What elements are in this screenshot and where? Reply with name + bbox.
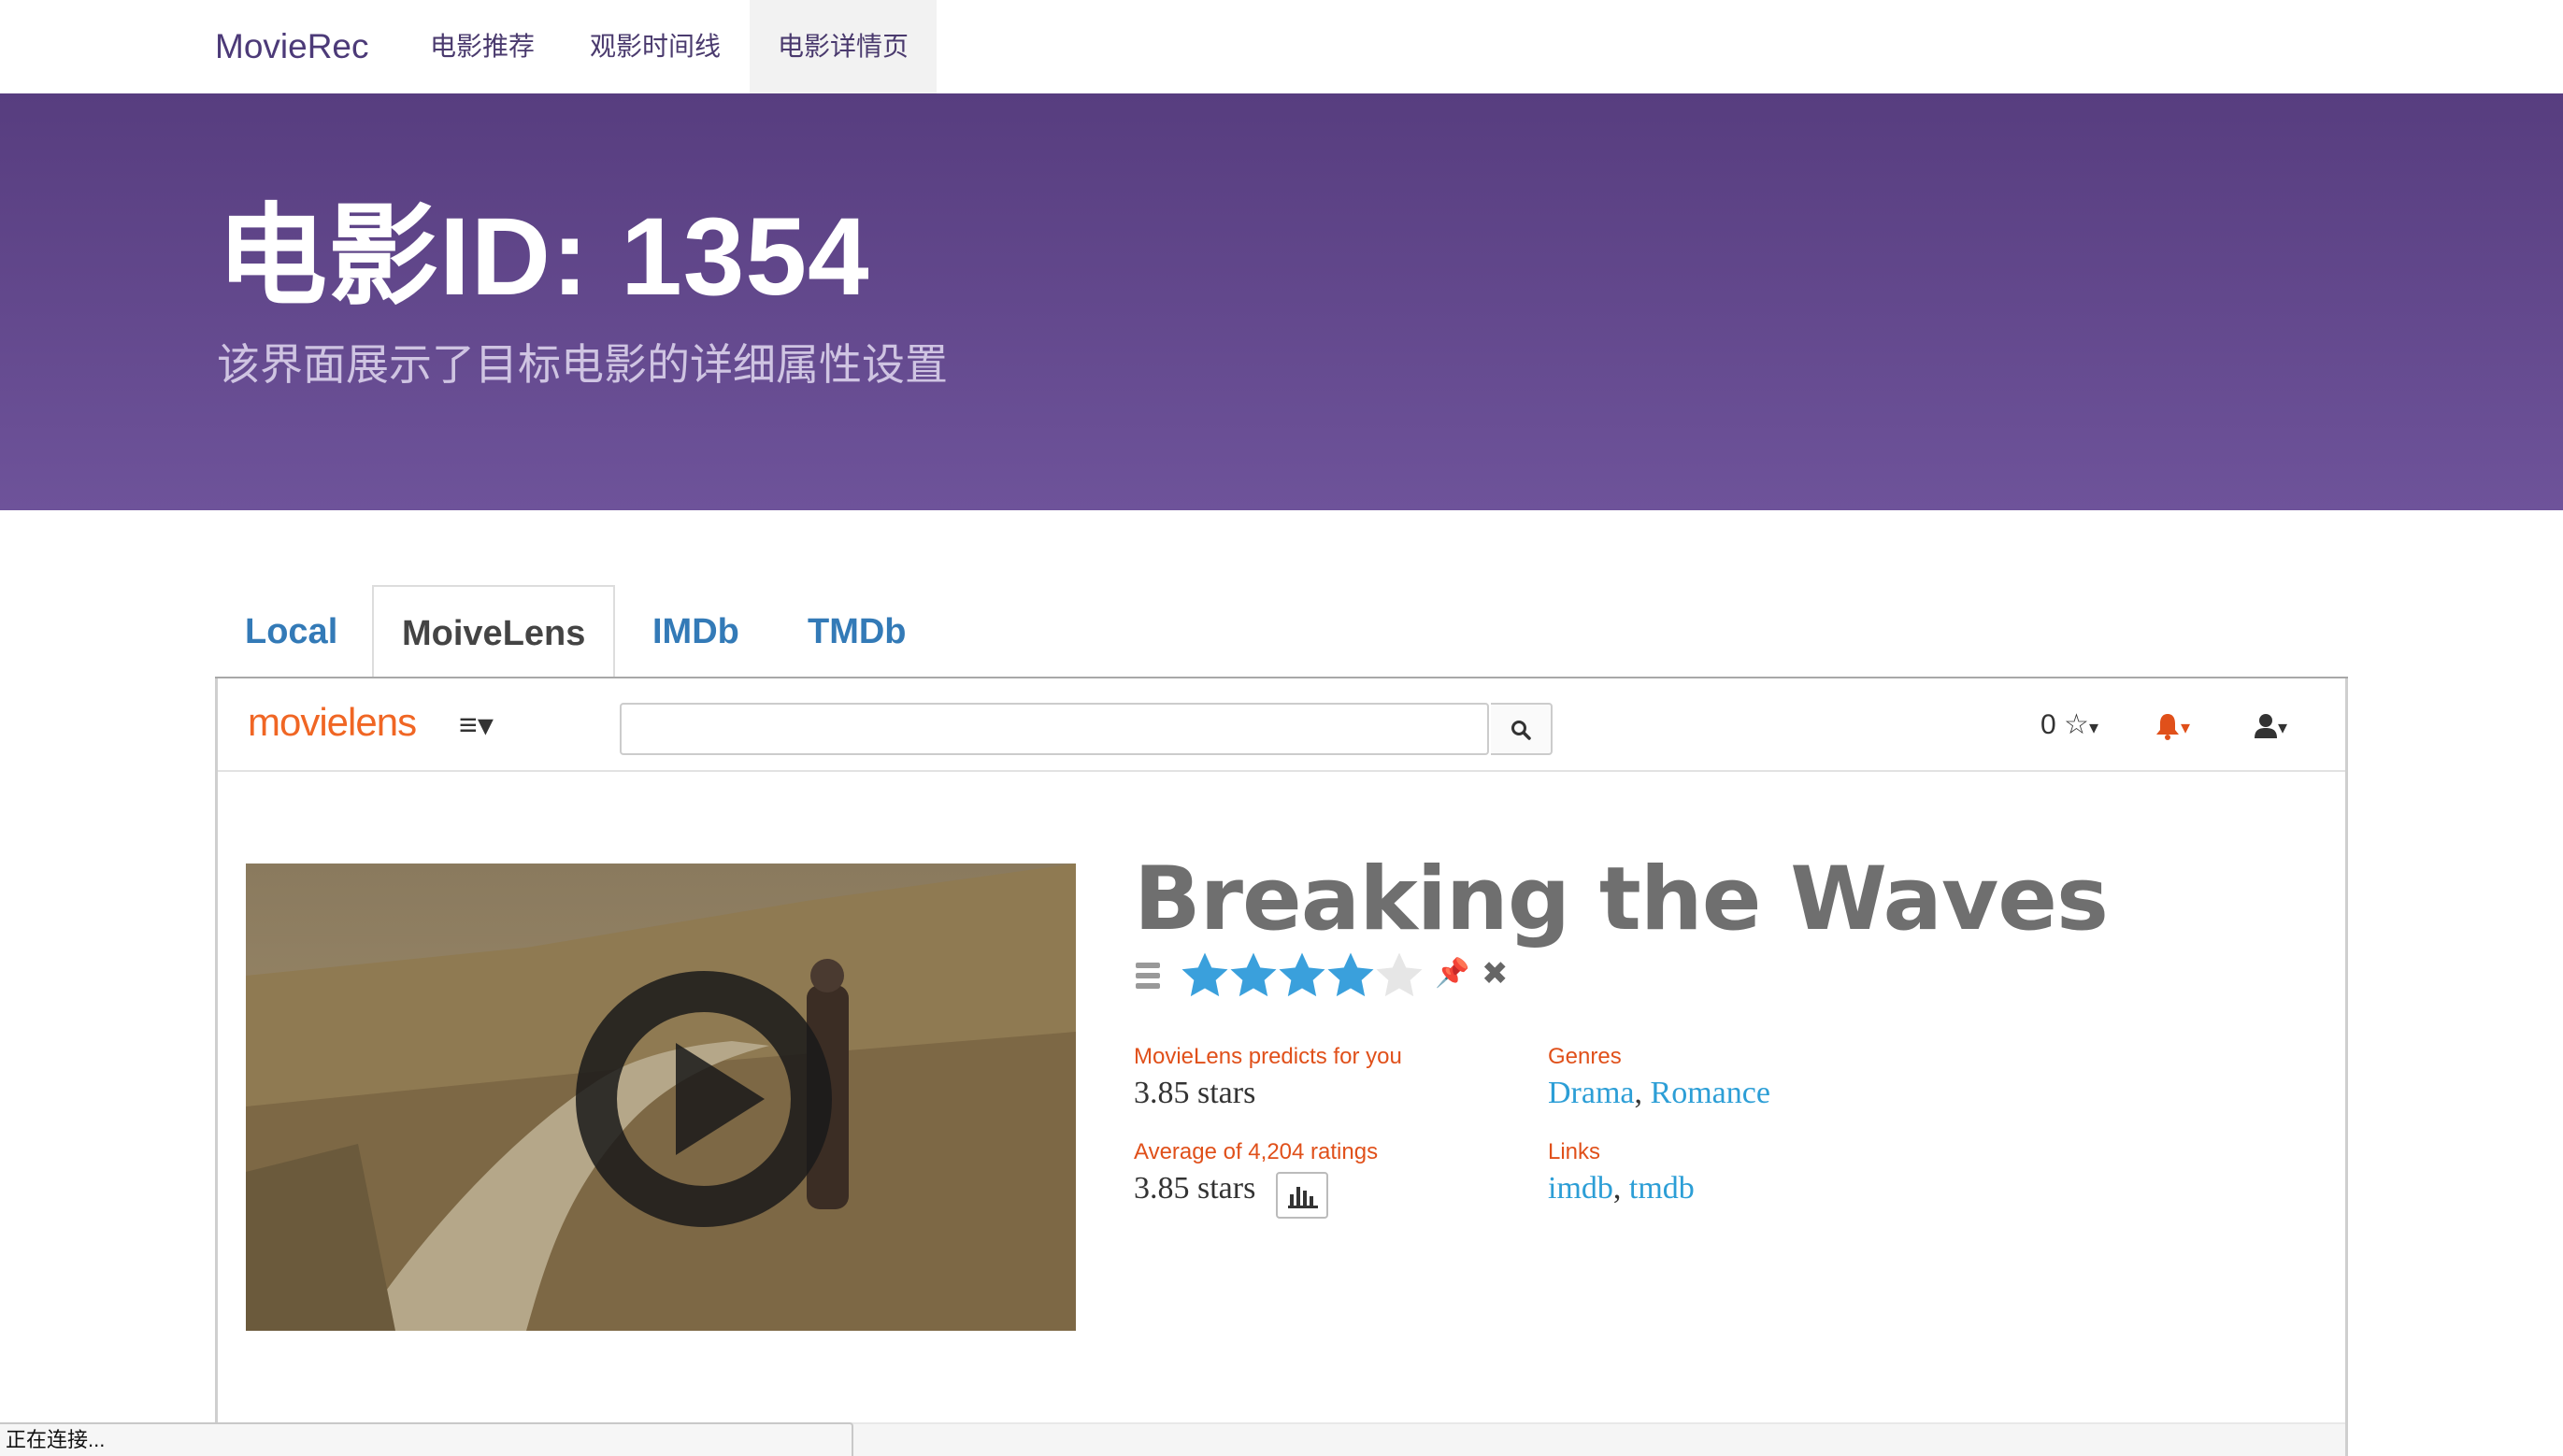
star-filled-icon[interactable] [1276,949,1328,1002]
hamburger-menu-icon[interactable]: ≡▾ [459,707,494,744]
rated-count-dropdown[interactable]: 0 ☆▾ [2040,707,2098,747]
rated-count: 0 [2040,709,2056,740]
average-label: Average of 4,204 ratings [1134,1139,1379,1164]
average-value: 3.85 stars [1134,1171,1256,1206]
notifications-dropdown[interactable]: ▾ [2155,705,2190,747]
hero-banner: 电影ID: 1354 该界面展示了目标电影的详细属性设置 [0,93,2563,510]
star-filled-icon[interactable] [1179,949,1231,1002]
nav-item-movie-detail[interactable]: 电影详情页 [750,0,938,93]
bell-icon [2156,713,2179,740]
brand-link[interactable]: MovieRec [215,24,369,69]
user-dropdown[interactable]: ▾ [2254,705,2287,747]
hide-icon[interactable]: ✖ [1482,955,1509,992]
top-navbar: MovieRec 电影推荐 观影时间线 电影详情页 [0,0,2563,93]
tab-local[interactable]: Local [217,585,365,678]
predict-value: 3.85 stars [1134,1076,1256,1110]
genre-link[interactable]: Romance [1651,1076,1770,1110]
predict-label: MovieLens predicts for you [1134,1044,1402,1069]
list-icon[interactable] [1134,961,1162,992]
genres-list: Drama, Romance [1548,1076,1770,1110]
user-icon [2255,713,2277,738]
movielens-frame: movielens ≡▾ 0 ☆▾ ▾ ▾ Breaking the Waves… [215,678,2348,1456]
genre-link[interactable]: Drama [1548,1076,1635,1110]
search-button[interactable] [1491,703,1553,755]
star-outline-icon: ☆ [2064,709,2089,740]
imdb-link[interactable]: imdb [1548,1171,1613,1206]
browser-status-bar: 正在连接... [0,1422,853,1456]
movie-title: Breaking the Waves [1134,849,2109,950]
page-title: 电影ID: 1354 [217,195,870,319]
bar-chart-icon [1288,1187,1318,1208]
star-filled-icon[interactable] [1227,949,1280,1002]
chevron-down-icon: ▾ [2278,718,2288,738]
play-icon[interactable] [573,968,835,1230]
chevron-down-icon: ▾ [2181,718,2191,738]
links-label: Links [1548,1139,1601,1164]
ratings-chart-button[interactable] [1276,1172,1328,1219]
star-filled-icon[interactable] [1324,949,1377,1002]
page-subtitle: 该界面展示了目标电影的详细属性设置 [217,340,948,389]
star-empty-icon[interactable] [1373,949,1425,1002]
nav-item-recommend[interactable]: 电影推荐 [402,0,563,93]
chevron-down-icon: ▾ [2088,718,2098,738]
genres-label: Genres [1548,1044,1622,1069]
search-icon [1511,721,1531,740]
trailer-poster[interactable] [246,864,1076,1331]
tmdb-link[interactable]: tmdb [1629,1171,1695,1206]
tab-movielens[interactable]: MoiveLens [372,585,616,678]
tab-tmdb[interactable]: TMDb [780,585,935,678]
external-links: imdb, tmdb [1548,1171,1695,1206]
tab-imdb[interactable]: IMDb [624,585,767,678]
movielens-header: movielens ≡▾ 0 ☆▾ ▾ ▾ [218,678,2345,772]
pin-icon[interactable]: 📌 [1435,957,1469,990]
search-input[interactable] [620,703,1489,755]
movielens-logo[interactable]: movielens [248,699,417,746]
nav-item-timeline[interactable]: 观影时间线 [562,0,749,93]
